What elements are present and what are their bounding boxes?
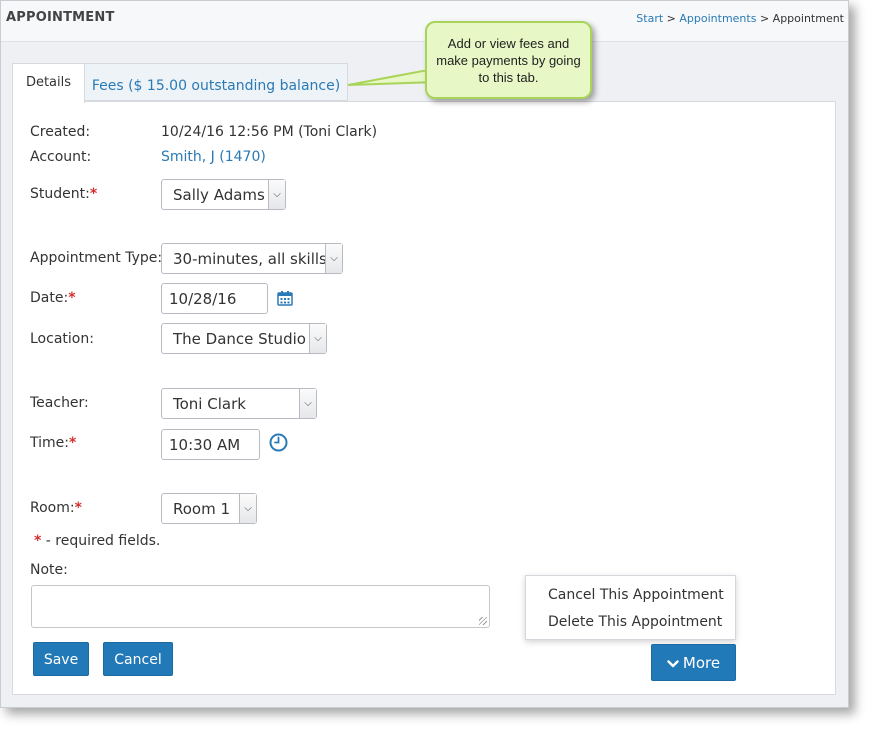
appointment-type-select[interactable]: 30-minutes, all skills ⌵: [161, 243, 343, 274]
page-title: APPOINTMENT: [6, 10, 115, 25]
breadcrumb-current: Appointment: [772, 12, 844, 25]
room-label-text: Room:: [30, 500, 75, 516]
required-asterisk: *: [68, 290, 76, 306]
callout-text: Add or view fees and make payments by go…: [436, 36, 581, 85]
callout-tooltip: Add or view fees and make payments by go…: [425, 21, 592, 99]
student-select-value: Sally Adams: [173, 186, 265, 204]
chevron-down-icon: [667, 659, 679, 667]
date-input-value: 10/28/16: [169, 290, 237, 308]
save-button[interactable]: Save: [33, 642, 89, 676]
created-value: 10/24/16 12:56 PM (Toni Clark): [161, 124, 378, 140]
more-menu: Cancel This Appointment Delete This Appo…: [525, 575, 736, 640]
menu-item-cancel-appointment[interactable]: Cancel This Appointment: [548, 587, 724, 603]
room-select[interactable]: Room 1 ⌵: [161, 493, 257, 524]
chevron-down-icon: ⌵: [299, 389, 316, 418]
student-select[interactable]: Sally Adams ⌵: [161, 179, 286, 210]
cancel-button[interactable]: Cancel: [103, 642, 173, 676]
date-label: Date:*: [30, 290, 76, 306]
breadcrumb-start[interactable]: Start: [636, 12, 663, 25]
required-asterisk: *: [74, 500, 82, 516]
note-textarea[interactable]: [31, 585, 490, 628]
required-fields-text: - required fields.: [41, 533, 161, 549]
resize-grip-icon[interactable]: [479, 617, 487, 625]
teacher-label: Teacher:: [30, 395, 89, 411]
clock-icon[interactable]: [269, 433, 288, 452]
chevron-down-icon: ⌵: [309, 324, 326, 353]
tab-details[interactable]: Details: [12, 63, 85, 103]
appointment-type-label: Appointment Type:: [30, 250, 163, 266]
more-button-label: More: [682, 654, 721, 672]
location-label: Location:: [30, 331, 94, 347]
account-link[interactable]: Smith, J (1470): [161, 149, 266, 165]
time-label: Time:*: [30, 435, 76, 451]
time-input-value: 10:30 AM: [169, 436, 241, 454]
appointment-window: APPOINTMENT Start > Appointments > Appoi…: [0, 0, 849, 708]
time-input[interactable]: 10:30 AM: [161, 429, 260, 460]
required-asterisk: *: [68, 435, 77, 451]
breadcrumb: Start > Appointments > Appointment: [636, 12, 844, 25]
room-label: Room:*: [30, 500, 82, 516]
time-label-text: Time:: [30, 435, 69, 451]
created-label: Created:: [30, 124, 91, 140]
chevron-down-icon: ⌵: [239, 494, 256, 523]
more-button[interactable]: More: [651, 644, 736, 681]
location-select[interactable]: The Dance Studio ⌵: [161, 323, 327, 354]
breadcrumb-separator: >: [756, 12, 773, 25]
student-label-text: Student:: [30, 186, 90, 202]
required-asterisk: *: [89, 186, 98, 202]
location-select-value: The Dance Studio: [173, 330, 306, 348]
tab-fees[interactable]: Fees ($ 15.00 outstanding balance): [85, 63, 348, 101]
note-label: Note:: [30, 562, 68, 578]
date-label-text: Date:: [30, 290, 69, 306]
required-fields-note: * - required fields.: [34, 533, 160, 549]
breadcrumb-appointments[interactable]: Appointments: [679, 12, 756, 25]
appointment-type-value: 30-minutes, all skills: [173, 250, 327, 268]
calendar-icon[interactable]: [277, 290, 293, 306]
chevron-down-icon: ⌵: [325, 244, 342, 273]
teacher-select[interactable]: Toni Clark ⌵: [161, 388, 317, 419]
room-select-value: Room 1: [173, 500, 231, 518]
teacher-select-value: Toni Clark: [173, 395, 246, 413]
student-label: Student:*: [30, 186, 97, 202]
breadcrumb-separator: >: [663, 12, 680, 25]
date-input[interactable]: 10/28/16: [161, 283, 268, 314]
account-label: Account:: [30, 149, 92, 165]
chevron-down-icon: ⌵: [268, 180, 285, 209]
menu-item-delete-appointment[interactable]: Delete This Appointment: [548, 614, 722, 630]
